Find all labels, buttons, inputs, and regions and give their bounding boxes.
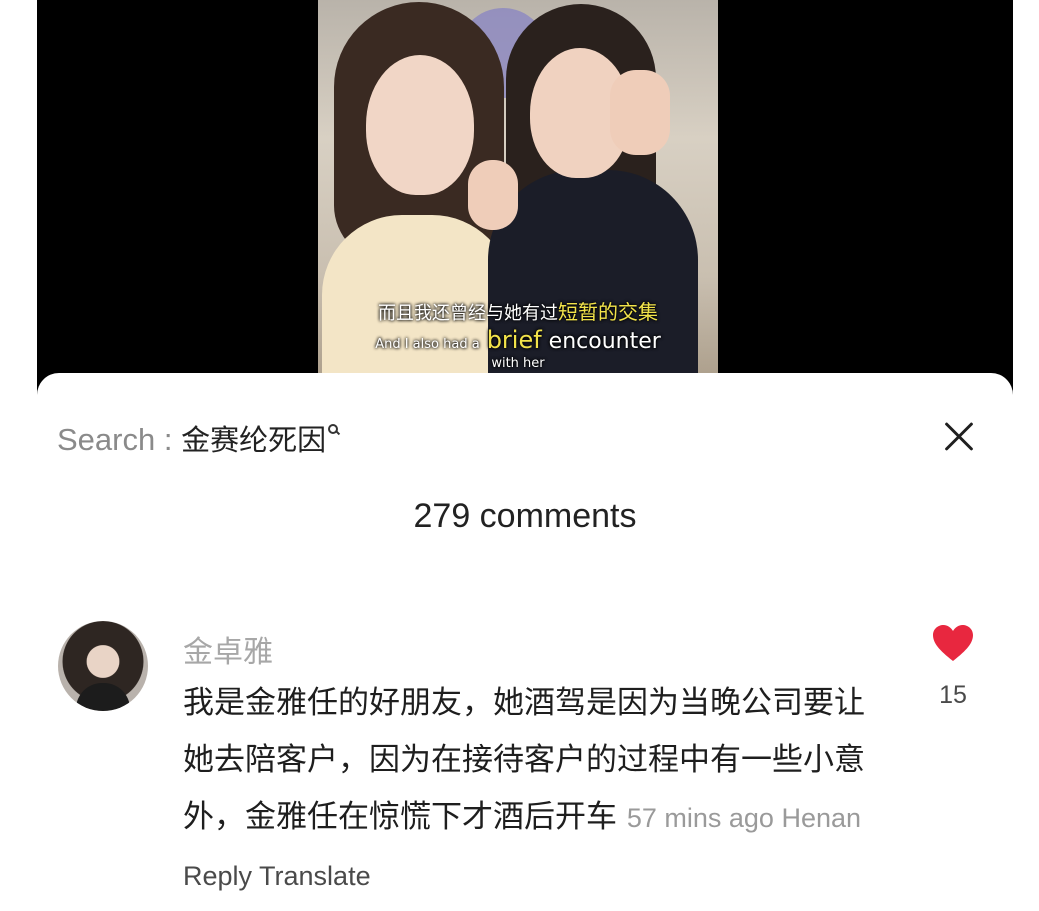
translate-button[interactable]: Translate: [259, 861, 371, 891]
comment-body: 我是金雅任的好朋友，她酒驾是因为当晚公司要让她去陪客户，因为在接待客户的过程中有…: [183, 675, 873, 905]
avatar[interactable]: [58, 621, 148, 711]
subtitle-cn-prefix: 而且我还曾经与她有过: [378, 303, 558, 324]
video-subtitle-english-line2: with her: [491, 356, 545, 371]
comments-sheet: Search : 金赛纶死因 279 comments 金卓雅 我是金雅任的好朋…: [37, 373, 1013, 911]
comment-time: 57 mins ago: [626, 803, 774, 833]
video-subtitle-english: And I also had a brief encounter: [318, 326, 718, 354]
video-thumbnail[interactable]: 而且我还曾经与她有过短暂的交集 And I also had a brief e…: [318, 0, 718, 395]
search-icon[interactable]: [328, 424, 339, 434]
like-control: 15: [925, 623, 981, 710]
close-icon[interactable]: [937, 415, 981, 459]
video-player[interactable]: 而且我还曾经与她有过短暂的交集 And I also had a brief e…: [37, 0, 1013, 395]
search-query[interactable]: 金赛纶死因: [181, 423, 326, 457]
video-subtitle-chinese: 而且我还曾经与她有过短暂的交集: [318, 296, 718, 325]
subtitle-en-small: And I also had a: [375, 337, 480, 352]
comment-location: Henan: [781, 803, 862, 833]
subtitle-cn-highlight: 短暂的交集: [558, 300, 658, 324]
peace-sign-hand-right: [610, 70, 670, 155]
search-label: Search :: [57, 422, 182, 457]
page: 而且我还曾经与她有过短暂的交集 And I also had a brief e…: [0, 0, 1039, 911]
like-count: 15: [939, 681, 967, 709]
person-left-face: [366, 55, 474, 195]
subtitle-en-highlight: brief: [486, 326, 542, 354]
heart-icon[interactable]: [931, 623, 975, 663]
comments-count: 279 comments: [413, 497, 637, 535]
search-suggestion[interactable]: Search : 金赛纶死因: [57, 417, 339, 459]
reply-button[interactable]: Reply: [183, 861, 252, 891]
comment-username[interactable]: 金卓雅: [183, 627, 273, 671]
subtitle-en-rest: encounter: [541, 329, 661, 354]
peace-sign-hand-left: [468, 160, 518, 230]
avatar-shoulders: [76, 683, 130, 711]
